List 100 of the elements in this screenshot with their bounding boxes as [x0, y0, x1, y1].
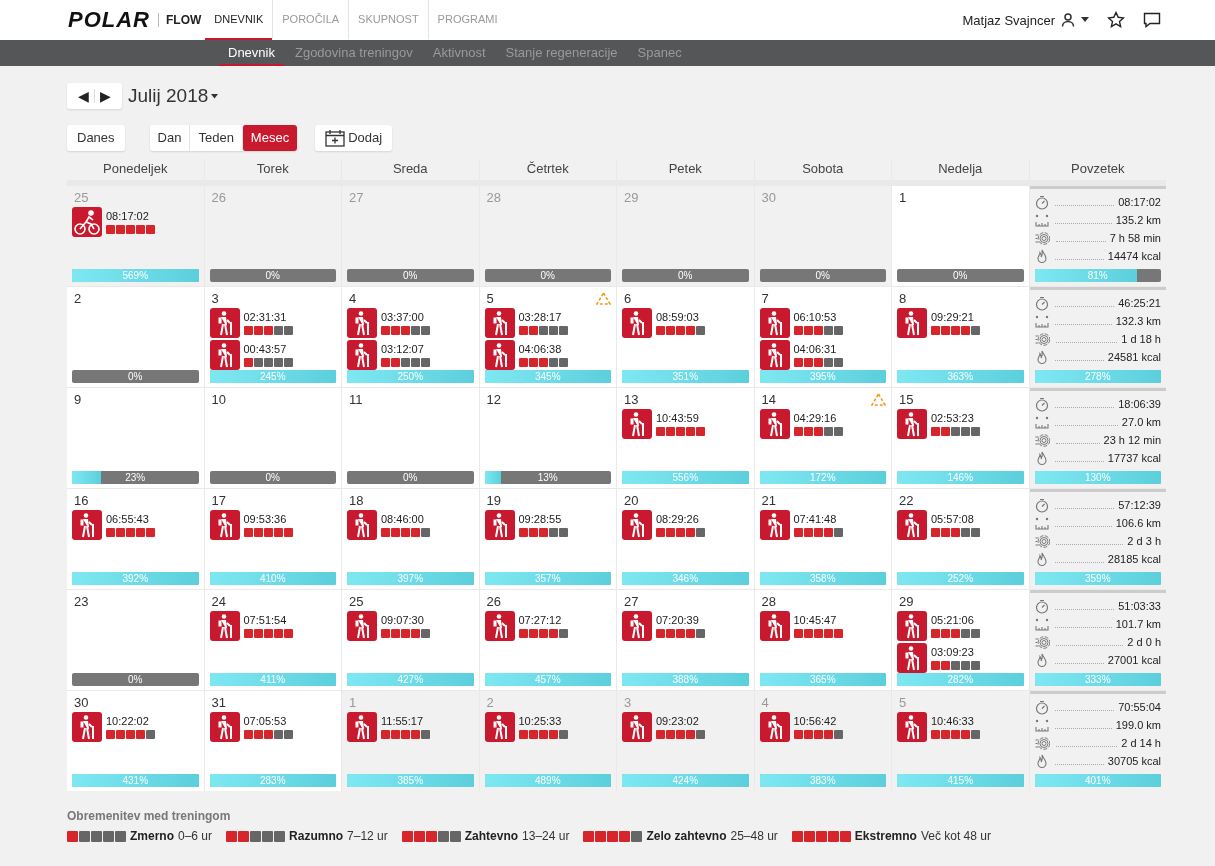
day-cell[interactable]: 29 05:21:06 03:09:23 282%: [892, 590, 1029, 690]
view-tab[interactable]: Teden: [189, 124, 242, 151]
day-cell[interactable]: 4 10:56:42 383%: [754, 691, 891, 791]
day-cell[interactable]: 20 08:29:26 346%: [617, 489, 754, 589]
hiking-icon[interactable]: [347, 611, 377, 641]
day-cell[interactable]: 27 07:20:39 388%: [617, 590, 754, 690]
day-cell[interactable]: 25 08:17:02 569%: [67, 186, 204, 286]
day-cell[interactable]: 8 09:29:21 363%: [892, 287, 1029, 387]
hiking-icon[interactable]: [759, 510, 790, 540]
today-button[interactable]: Danes: [67, 124, 125, 151]
day-cell[interactable]: 1 0%: [892, 186, 1029, 286]
day-cell[interactable]: 16 06:55:43 392%: [67, 489, 204, 589]
day-cell[interactable]: 5 03:28:17 04:06:38 345%: [479, 287, 616, 387]
user-name[interactable]: Matjaz Svajncer: [962, 12, 1055, 28]
chat-icon[interactable]: [1143, 12, 1161, 28]
hiking-icon[interactable]: [347, 340, 377, 370]
day-cell[interactable]: 6 08:59:03 351%: [617, 287, 754, 387]
next-button[interactable]: ▶: [95, 88, 116, 104]
day-cell[interactable]: 22 05:57:08 252%: [892, 489, 1029, 589]
view-tab[interactable]: Dan: [149, 124, 190, 151]
day-cell[interactable]: 19 09:28:55 357%: [479, 489, 616, 589]
day-cell[interactable]: 26 0%: [204, 186, 341, 286]
hiking-icon[interactable]: [622, 712, 652, 742]
hiking-icon[interactable]: [72, 510, 102, 540]
hiking-icon[interactable]: [209, 712, 240, 742]
day-cell[interactable]: 9 23%: [67, 388, 204, 488]
day-cell[interactable]: 31 07:05:53 283%: [204, 691, 341, 791]
legend-title: Obremenitev med treningom: [67, 809, 232, 823]
hiking-icon[interactable]: [759, 308, 790, 338]
hiking-icon[interactable]: [484, 510, 515, 540]
caret-icon[interactable]: [1081, 17, 1089, 23]
hiking-icon[interactable]: [484, 308, 515, 338]
hiking-icon[interactable]: [897, 643, 927, 673]
day-cell[interactable]: 12 13%: [479, 388, 616, 488]
day-cell[interactable]: 13 10:43:59 556%: [617, 388, 754, 488]
workout-duration: 07:41:48: [793, 513, 838, 525]
hiking-icon[interactable]: [209, 308, 240, 338]
star-icon[interactable]: [1107, 11, 1125, 29]
day-cell[interactable]: 7 06:10:53 04:06:31 395%: [754, 287, 891, 387]
day-cell[interactable]: 23 0%: [67, 590, 204, 690]
hiking-icon[interactable]: [897, 712, 927, 742]
hiking-icon[interactable]: [622, 611, 652, 641]
hiking-icon[interactable]: [897, 611, 927, 641]
logo[interactable]: POLAR: [68, 7, 150, 33]
stopwatch-icon: [1034, 699, 1049, 715]
day-cell[interactable]: 4 03:37:00 03:12:07 250%: [342, 287, 479, 387]
hiking-icon[interactable]: [484, 340, 515, 370]
day-number: 4: [761, 695, 769, 710]
hiking-icon[interactable]: [347, 712, 377, 742]
cycling-icon[interactable]: [72, 207, 102, 237]
add-button[interactable]: Dodaj: [315, 124, 393, 151]
day-cell[interactable]: 17 09:53:36 410%: [204, 489, 341, 589]
day-cell[interactable]: 28 10:45:47 365%: [754, 590, 891, 690]
hiking-icon[interactable]: [622, 409, 652, 439]
hiking-icon[interactable]: [759, 611, 790, 641]
hiking-icon[interactable]: [72, 712, 102, 742]
hiking-icon[interactable]: [897, 510, 927, 540]
hiking-icon[interactable]: [759, 712, 790, 742]
hiking-icon[interactable]: [897, 308, 927, 338]
day-cell[interactable]: 28 0%: [479, 186, 616, 286]
caret-icon[interactable]: [211, 93, 219, 99]
day-cell[interactable]: 15 02:53:23 146%: [892, 388, 1029, 488]
day-cell[interactable]: 10 0%: [204, 388, 341, 488]
day-cell[interactable]: 30 0%: [754, 186, 891, 286]
hiking-icon[interactable]: [347, 308, 377, 338]
hiking-icon[interactable]: [209, 340, 240, 370]
day-cell[interactable]: 27 0%: [342, 186, 479, 286]
day-cell[interactable]: 5 10:46:33 415%: [892, 691, 1029, 791]
day-cell[interactable]: 18 08:46:00 397%: [342, 489, 479, 589]
hiking-icon[interactable]: [347, 510, 377, 540]
day-cell[interactable]: 29 0%: [617, 186, 754, 286]
subnav-tab[interactable]: Dnevnik: [219, 40, 284, 66]
day-cell[interactable]: 30 10:22:02 431%: [67, 691, 204, 791]
day-cell[interactable]: 2 10:25:33 489%: [479, 691, 616, 791]
view-tab[interactable]: Mesec: [241, 124, 298, 151]
day-cell[interactable]: 14 04:29:16 172%: [754, 388, 891, 488]
hiking-icon[interactable]: [209, 510, 240, 540]
hiking-icon[interactable]: [484, 712, 515, 742]
hiking-icon[interactable]: [759, 409, 790, 439]
day-number: 23: [74, 594, 89, 609]
workout-duration: 10:45:47: [793, 614, 838, 626]
day-cell[interactable]: 21 07:41:48 358%: [754, 489, 891, 589]
day-cell[interactable]: 25 09:07:30 427%: [342, 590, 479, 690]
day-cell[interactable]: 26 07:27:12 457%: [479, 590, 616, 690]
day-cell[interactable]: 24 07:51:54 411%: [204, 590, 341, 690]
user-icon[interactable]: [1061, 13, 1075, 27]
day-number: 5: [486, 291, 494, 306]
month-title[interactable]: Julij 2018: [128, 85, 209, 107]
day-cell[interactable]: 11 0%: [342, 388, 479, 488]
hiking-icon[interactable]: [897, 409, 927, 439]
hiking-icon[interactable]: [484, 611, 515, 641]
previous-button[interactable]: ◀: [73, 88, 94, 104]
hiking-icon[interactable]: [622, 308, 652, 338]
day-cell[interactable]: 3 02:31:31 00:43:57 245%: [204, 287, 341, 387]
day-cell[interactable]: 3 09:23:02 424%: [617, 691, 754, 791]
hiking-icon[interactable]: [622, 510, 652, 540]
hiking-icon[interactable]: [759, 340, 790, 370]
hiking-icon[interactable]: [209, 611, 240, 641]
day-cell[interactable]: 1 11:55:17 385%: [342, 691, 479, 791]
day-cell[interactable]: 2 0%: [67, 287, 204, 387]
